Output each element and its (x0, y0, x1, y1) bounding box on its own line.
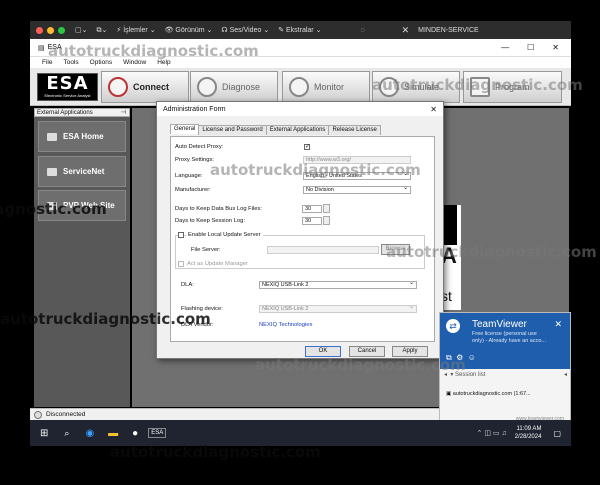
notification-icon[interactable]: ▢ (553, 429, 561, 438)
minimize-button[interactable]: — (501, 43, 509, 52)
teamviewer-license-line1: Free license (personal use (472, 331, 537, 337)
enable-local-checkbox[interactable] (178, 232, 184, 238)
menu-help[interactable]: Help (157, 59, 170, 66)
tray-icons[interactable]: ⌃ ◫ ▭ ♫ (477, 429, 507, 437)
remote-session-bar: ▢⌄ ⧉⌄ ⚡ İşlemler ⌄ 👁 Görünüm ⌄ ☊ Ses/Vid… (30, 21, 571, 39)
menu-actions[interactable]: ⚡ İşlemler ⌄ (116, 26, 155, 34)
tab-external[interactable]: External Applications (265, 125, 330, 135)
file-server-field[interactable] (267, 246, 379, 254)
session-name: MINDEN-SERVICE (418, 26, 479, 34)
teamviewer-license-line2: only) - Already have an acco... (472, 338, 546, 344)
days-session-input[interactable]: 30 (302, 217, 322, 225)
stethoscope-icon (197, 77, 217, 97)
file-server-label: File Server: (191, 247, 221, 253)
logo-text: ESA (46, 73, 89, 94)
proxy-label: Proxy Settings: (175, 157, 214, 163)
menu-audio-video[interactable]: ☊ Ses/Video ⌄ (221, 26, 269, 34)
app-icon-dark[interactable]: ● (132, 428, 138, 439)
menu-view[interactable]: 👁 Görünüm ⌄ (165, 26, 213, 34)
browser-icon[interactable]: ◉ (85, 428, 94, 439)
loading-icon: ◌ (360, 26, 365, 34)
watermark: autotruckdiagnostic.com (0, 200, 107, 218)
screen-icon[interactable]: ▢⌄ (75, 26, 87, 34)
tab-release[interactable]: Release License (328, 125, 381, 135)
tab-license[interactable]: License and Password (198, 125, 267, 135)
tab-general[interactable]: General (170, 124, 200, 134)
status-icon (34, 410, 42, 419)
auto-detect-label: Auto Detect Proxy: (175, 144, 224, 150)
language-label: Language: (175, 173, 203, 179)
watermark: autotruckdiagnostic.com (372, 76, 583, 94)
zoom-dot[interactable] (58, 26, 65, 34)
esa-taskbar-icon[interactable]: ESA (148, 428, 167, 438)
update-manager-label: Act as Update Manager (187, 261, 248, 267)
watermark: autotruckdiagnostic.com (255, 356, 466, 374)
auto-detect-checkbox[interactable]: ✓ (304, 144, 310, 150)
teamviewer-logo-icon: ⇄ (446, 319, 460, 333)
dialog-tabs: General License and Password External Ap… (170, 124, 381, 135)
logo-subtitle: Electronic Service Analyst (44, 93, 91, 98)
close-dot[interactable] (36, 26, 43, 34)
folder-icon[interactable]: ▬ (108, 428, 118, 439)
copy-icon[interactable]: ⧉⌄ (96, 26, 107, 35)
app-icon: ▤ (38, 44, 45, 52)
days-data-bus-label: Days to Keep Data Bus Log Files: (175, 206, 262, 212)
dialog-titlebar: Administration Form ✕ (157, 102, 443, 116)
days-session-label: Days to Keep Session Log: (175, 218, 245, 224)
esa-logo: ESA Electronic Service Analyst (37, 73, 98, 101)
sidebar-item-esa-home[interactable]: ESA Home (38, 121, 126, 152)
dla-label: DLA: (181, 282, 194, 288)
menu-window[interactable]: Window (123, 59, 146, 66)
start-icon[interactable]: ⊞ (40, 428, 48, 439)
pin-icon[interactable]: ⊣ (121, 109, 126, 118)
days-data-bus-input[interactable]: 30 (302, 205, 322, 213)
home-icon (47, 167, 57, 176)
status-text: Disconnected (46, 411, 86, 418)
dialog-title: Administration Form (163, 105, 226, 113)
flashing-select[interactable]: NEXIQ USB-Link 2 (259, 305, 417, 313)
menu-extras[interactable]: ✎ Ekstralar ⌄ (278, 26, 321, 34)
teamviewer-title: TeamViewer (472, 319, 527, 330)
enable-local-label: Enable Local Update Server (186, 232, 263, 238)
close-button[interactable]: ✕ (552, 43, 559, 52)
dla-vendor-link[interactable]: NEXIQ Technologies (259, 322, 312, 328)
diagnose-button[interactable]: Diagnose (190, 71, 278, 103)
menu-options[interactable]: Options (90, 59, 112, 66)
session-list-item[interactable]: ▣ autotruckdiagnostic.com (1:67... (446, 391, 570, 401)
search-icon[interactable]: ⌕ (64, 428, 69, 439)
connect-button[interactable]: Connect (101, 71, 189, 103)
update-manager-checkbox[interactable] (178, 261, 184, 267)
watermark: autotruckdiagnostic.com (210, 161, 421, 179)
teamviewer-close-icon[interactable]: ✕ (554, 319, 562, 330)
sidebar-item-servicenet[interactable]: ServiceNet (38, 156, 126, 187)
connect-icon (108, 77, 128, 97)
watermark: autotruckdiagnostic.com (48, 42, 259, 60)
sidebar-header: External Applications ⊣ (34, 108, 130, 117)
watermark: autotruckdiagnostic.com (0, 310, 211, 328)
gauge-icon (289, 77, 309, 97)
home-icon (47, 132, 57, 141)
maximize-button[interactable]: ☐ (527, 43, 534, 52)
days-data-bus-stepper[interactable] (323, 204, 330, 213)
end-session-icon[interactable]: ✕ (402, 25, 410, 36)
sidebar (34, 108, 130, 407)
menu-tools[interactable]: Tools (63, 59, 78, 66)
dialog-close-button[interactable]: ✕ (430, 105, 437, 114)
dla-select[interactable]: NEXIQ USB-Link 2 (259, 281, 417, 289)
manufacturer-label: Manufacturer: (175, 187, 211, 193)
watermark: autotruckdiagnostic.com (110, 443, 321, 461)
clock[interactable]: 11:09 AM 2/28/2024 (515, 425, 542, 441)
menu-file[interactable]: File (42, 59, 52, 66)
days-session-stepper[interactable] (323, 216, 330, 225)
monitor-button[interactable]: Monitor (282, 71, 370, 103)
minimize-dot[interactable] (47, 26, 54, 34)
watermark: autotruckdiagnostic.com (386, 243, 597, 261)
manufacturer-select[interactable]: No Division (303, 186, 411, 194)
